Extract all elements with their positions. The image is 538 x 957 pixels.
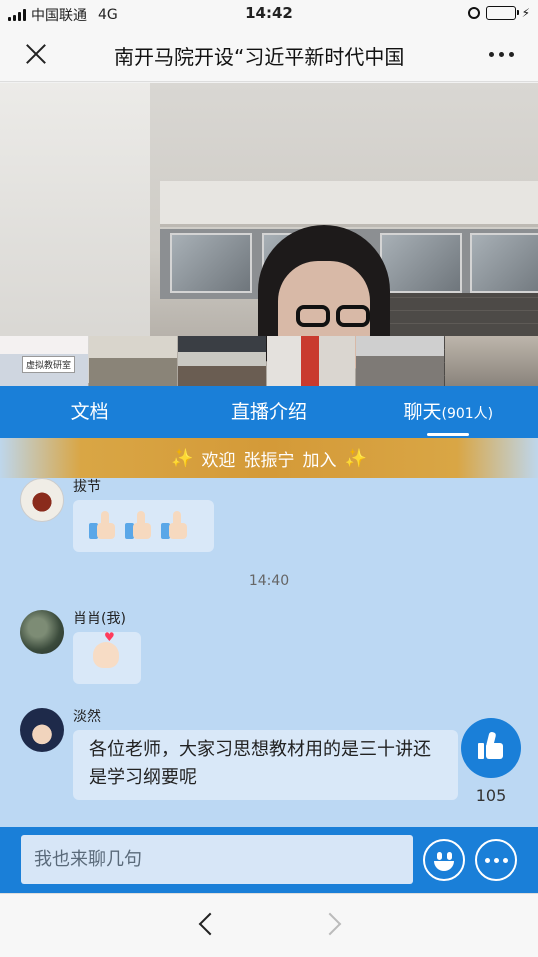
video-thumbnail[interactable] — [356, 336, 444, 386]
avatar[interactable] — [20, 610, 64, 654]
video-glass-panel — [380, 233, 462, 293]
status-time: 14:42 — [245, 4, 293, 22]
tab-bar: 文档 直播介绍 聊天(901人) — [0, 386, 538, 438]
tab-live-intro-label: 直播介绍 — [230, 401, 307, 423]
live-video[interactable]: 虚拟教研室 — [0, 83, 538, 386]
welcome-banner: ✨ 欢迎 张振宁 加入 ✨ — [0, 438, 538, 478]
status-right: ⚡ — [467, 6, 530, 20]
page-title: 南开马院开设“习近平新时代中国 — [114, 45, 405, 69]
message-bubble — [73, 500, 214, 552]
welcome-name: 张振宁 — [243, 450, 295, 471]
message-nickname: 肖肖(我) — [73, 611, 126, 627]
chat-panel[interactable]: ✨ 欢迎 张振宁 加入 ✨ 拔节 14:40 肖肖(我) 淡然 各位老师，大家习… — [0, 438, 538, 827]
thumbs-up-icon — [161, 511, 189, 541]
thumbs-up-icon — [125, 511, 153, 541]
more-icon[interactable] — [489, 52, 514, 57]
thumbnail-label: 虚拟教研室 — [22, 356, 76, 373]
alarm-icon — [467, 7, 480, 19]
welcome-suffix: 加入 — [302, 450, 337, 471]
finger-heart-icon — [93, 630, 119, 668]
chat-input[interactable] — [21, 835, 413, 884]
welcome-prefix: 欢迎 — [201, 450, 236, 471]
back-icon[interactable] — [198, 912, 222, 936]
video-cabinet — [160, 181, 538, 227]
sparkle-icon: ✨ — [344, 447, 367, 469]
battery-icon — [485, 6, 519, 20]
avatar[interactable] — [20, 708, 64, 752]
tab-documents[interactable]: 文档 — [0, 386, 179, 438]
emoji-button[interactable] — [423, 839, 465, 881]
message-nickname: 拔节 — [73, 479, 101, 495]
tab-chat-count: (901人) — [441, 406, 494, 422]
video-glass-panel — [470, 233, 538, 293]
message-nickname: 淡然 — [73, 709, 101, 725]
message-text: 各位老师，大家习思想教材用的是三十讲还是学习纲要呢 — [89, 739, 431, 788]
video-thumbnail[interactable] — [178, 336, 266, 386]
message-bubble — [73, 630, 141, 684]
time-separator: 14:40 — [248, 573, 290, 589]
video-glass-panel — [170, 233, 252, 293]
close-icon[interactable] — [24, 42, 48, 66]
like-button[interactable] — [461, 718, 521, 778]
like-count: 105 — [475, 786, 507, 805]
status-bar: 中国联通 4G 14:42 ⚡ — [0, 0, 538, 28]
video-thumbnail-strip: 虚拟教研室 — [0, 336, 538, 386]
video-thumbnail[interactable]: 虚拟教研室 — [0, 336, 88, 386]
chat-input-bar — [0, 827, 538, 893]
video-thumbnail[interactable] — [445, 336, 538, 386]
more-options-button[interactable] — [475, 839, 517, 881]
message-bubble: 各位老师，大家习思想教材用的是三十讲还是学习纲要呢 — [73, 730, 458, 800]
forward-icon[interactable] — [318, 912, 342, 936]
sparkle-icon: ✨ — [171, 447, 194, 469]
tab-live-intro[interactable]: 直播介绍 — [179, 386, 358, 438]
video-thumbnail[interactable] — [89, 336, 177, 386]
tab-chat[interactable]: 聊天(901人) — [359, 386, 538, 438]
video-thumbnail[interactable] — [267, 336, 355, 386]
tab-documents-label: 文档 — [70, 401, 109, 423]
tab-chat-label: 聊天 — [403, 401, 442, 423]
avatar[interactable] — [20, 478, 64, 522]
charging-icon: ⚡ — [521, 6, 530, 20]
thumbs-up-icon — [89, 511, 117, 541]
title-bar: 南开马院开设“习近平新时代中国 — [0, 28, 538, 82]
browser-nav — [0, 893, 538, 957]
